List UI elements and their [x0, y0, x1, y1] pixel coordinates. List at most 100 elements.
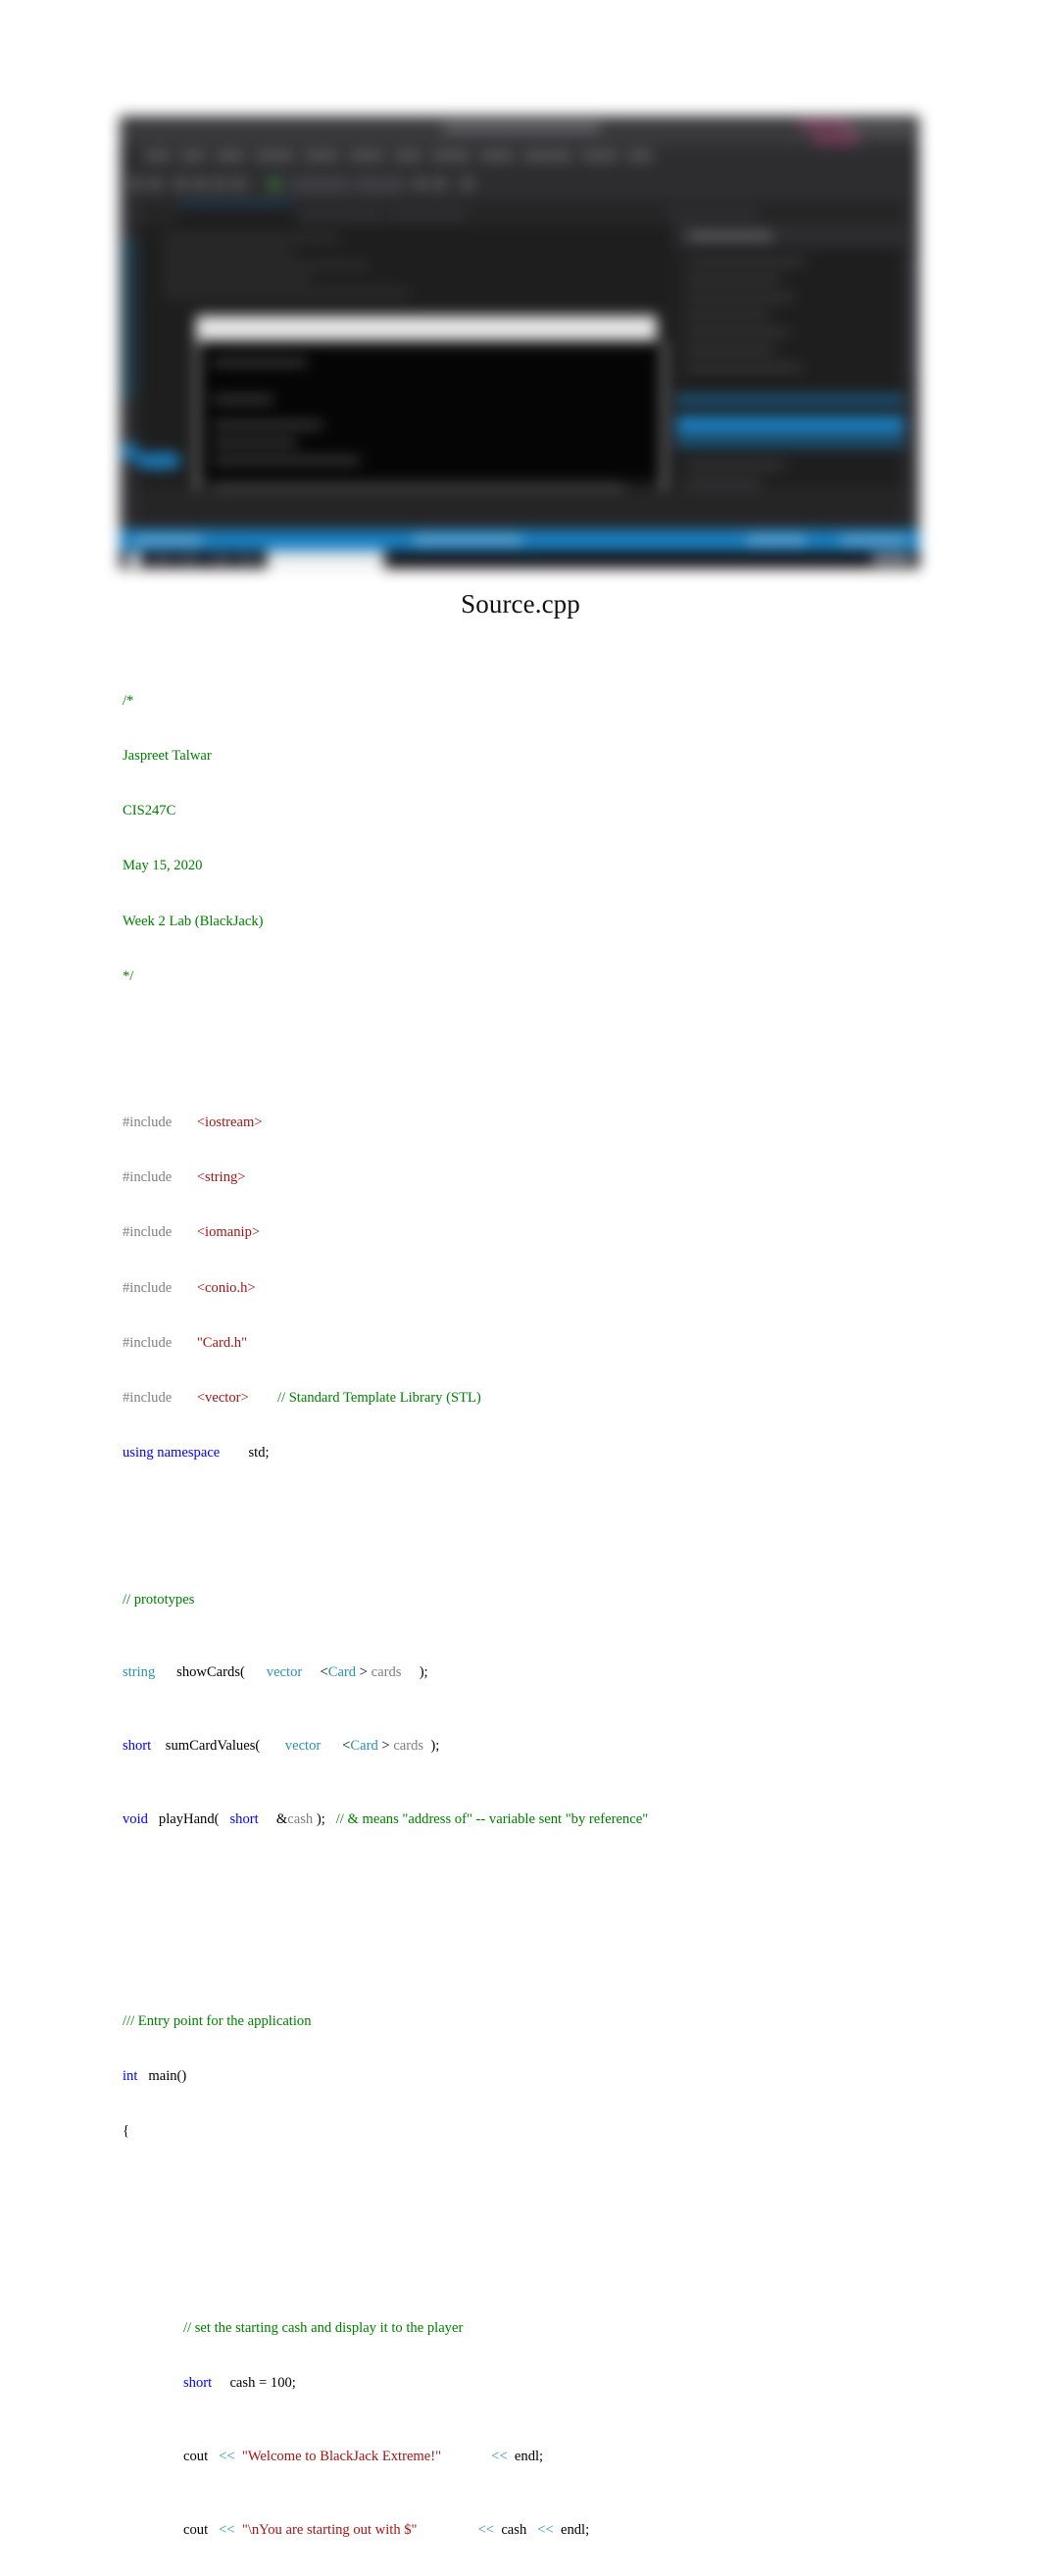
find-icon[interactable] — [461, 177, 473, 190]
window-controls[interactable] — [843, 124, 912, 134]
tree-item[interactable] — [686, 329, 788, 335]
proto-name: sumCardValues( — [165, 1738, 261, 1755]
comment-assignment: Week 2 Lab (BlackJack) — [123, 913, 264, 929]
menu-help[interactable] — [627, 152, 653, 160]
tab-card-h[interactable] — [300, 206, 384, 222]
menu-view[interactable] — [216, 152, 245, 160]
tab-card-cpp[interactable] — [390, 206, 467, 222]
taskbar-visual-studio-icon[interactable] — [267, 551, 384, 569]
back-icon[interactable] — [129, 177, 142, 190]
include-directive: #include — [123, 1115, 173, 1131]
menu-debug[interactable] — [349, 152, 384, 160]
forward-icon[interactable] — [149, 177, 162, 190]
menu-file[interactable] — [145, 152, 171, 160]
tab-solution-explorer[interactable] — [669, 206, 757, 222]
ide-screenshot — [110, 106, 929, 578]
console-window-titlebar — [196, 316, 657, 341]
proto-gt: > — [359, 1664, 368, 1681]
new-file-icon[interactable] — [174, 177, 187, 190]
editor-selection-marker — [137, 453, 180, 469]
stream-operator: << — [477, 2521, 495, 2538]
proto-lt: < — [320, 1664, 328, 1681]
vs-toolbar[interactable] — [120, 167, 919, 201]
vs-account-badge[interactable] — [814, 133, 859, 145]
menu-tools[interactable] — [480, 152, 514, 160]
redo-icon[interactable] — [433, 177, 446, 190]
console-line — [213, 359, 307, 366]
cout-string: "Welcome to BlackJack Extreme!" — [241, 2448, 442, 2464]
code-line — [163, 276, 310, 282]
include-header: <iostream> — [196, 1115, 263, 1131]
menu-test[interactable] — [394, 152, 421, 160]
menu-window[interactable] — [582, 152, 618, 160]
include-directive: #include — [123, 1279, 173, 1296]
cout-stream: cout — [183, 2521, 209, 2538]
vs-menu-bar[interactable] — [120, 145, 919, 167]
tree-item-highlight[interactable] — [676, 396, 904, 403]
taskbar-taskview-icon[interactable] — [178, 554, 200, 566]
cash-declaration: short cash = 100; — [123, 2374, 848, 2393]
include-header: <conio.h> — [196, 1279, 256, 1296]
platform-dropdown[interactable] — [355, 177, 404, 192]
open-file-icon[interactable] — [194, 177, 207, 190]
menu-edit[interactable] — [180, 152, 206, 160]
include-directive: #include — [123, 1389, 173, 1406]
tree-item[interactable] — [686, 480, 761, 486]
right-tool-rail[interactable] — [904, 200, 919, 529]
cout-endl: endl; — [514, 2448, 544, 2464]
tree-item-selected[interactable] — [676, 416, 904, 434]
tree-item[interactable] — [686, 294, 794, 300]
menu-build[interactable] — [304, 152, 339, 160]
using-value: std; — [248, 1444, 270, 1461]
comment-course: CIS247C — [123, 803, 176, 819]
code-editor-pane[interactable] — [137, 225, 684, 569]
proto-ampersand: & — [275, 1810, 288, 1827]
start-debugging-icon[interactable] — [267, 176, 282, 192]
save-icon[interactable] — [214, 177, 226, 190]
configuration-dropdown[interactable] — [292, 177, 349, 192]
taskbar-browser-icon[interactable] — [237, 554, 259, 566]
undo-icon[interactable] — [414, 177, 426, 190]
proto-end: ); — [430, 1738, 440, 1755]
solution-explorer-tree[interactable] — [676, 247, 904, 529]
tree-item[interactable] — [686, 347, 774, 353]
cash-type: short — [183, 2375, 213, 2392]
tree-item[interactable] — [686, 259, 804, 265]
source-code-listing: /* Jaspreet Talwar CIS247C May 15, 2020 … — [123, 637, 848, 2576]
proto-card-type: Card — [350, 1738, 378, 1755]
properties-tab[interactable] — [906, 259, 917, 376]
menu-project[interactable] — [255, 152, 294, 160]
main-open-brace: { — [123, 2122, 130, 2139]
stream-operator: << — [219, 2521, 235, 2538]
taskbar-explorer-icon[interactable] — [210, 554, 231, 566]
console-line — [213, 421, 322, 428]
status-ready — [133, 536, 202, 544]
tree-item[interactable] — [686, 463, 784, 469]
menu-extensions[interactable] — [523, 152, 572, 160]
tree-item-highlight[interactable] — [676, 439, 904, 446]
left-tool-rail[interactable] — [120, 200, 163, 529]
toolbox-tab[interactable] — [122, 239, 136, 398]
tab-source-cpp[interactable] — [178, 203, 294, 227]
tree-item[interactable] — [686, 276, 780, 282]
windows-start-icon[interactable] — [127, 553, 141, 567]
menu-analyze[interactable] — [431, 152, 471, 160]
solution-explorer-pane[interactable] — [675, 225, 904, 529]
using-keyword: using namespace — [123, 1444, 221, 1461]
vs-title-bar — [120, 116, 919, 145]
error-list-pane[interactable] — [137, 489, 904, 529]
include-line: #include <conio.h> — [123, 1279, 848, 1298]
include-header: "Card.h" — [196, 1334, 248, 1351]
main-name: main() — [148, 2067, 187, 2084]
document-tab-strip[interactable] — [120, 200, 919, 227]
comment-close: */ — [123, 967, 134, 984]
comment-author: Jaspreet Talwar — [123, 748, 212, 765]
windows-taskbar[interactable] — [120, 551, 919, 569]
taskbar-search-icon[interactable] — [151, 554, 173, 566]
include-line: #include <iostream> — [123, 1114, 848, 1132]
tree-item[interactable] — [686, 312, 768, 318]
tree-item[interactable] — [686, 365, 802, 371]
include-directive: #include — [123, 1334, 173, 1351]
save-all-icon[interactable] — [233, 177, 246, 190]
proto-end: ); — [419, 1664, 428, 1681]
